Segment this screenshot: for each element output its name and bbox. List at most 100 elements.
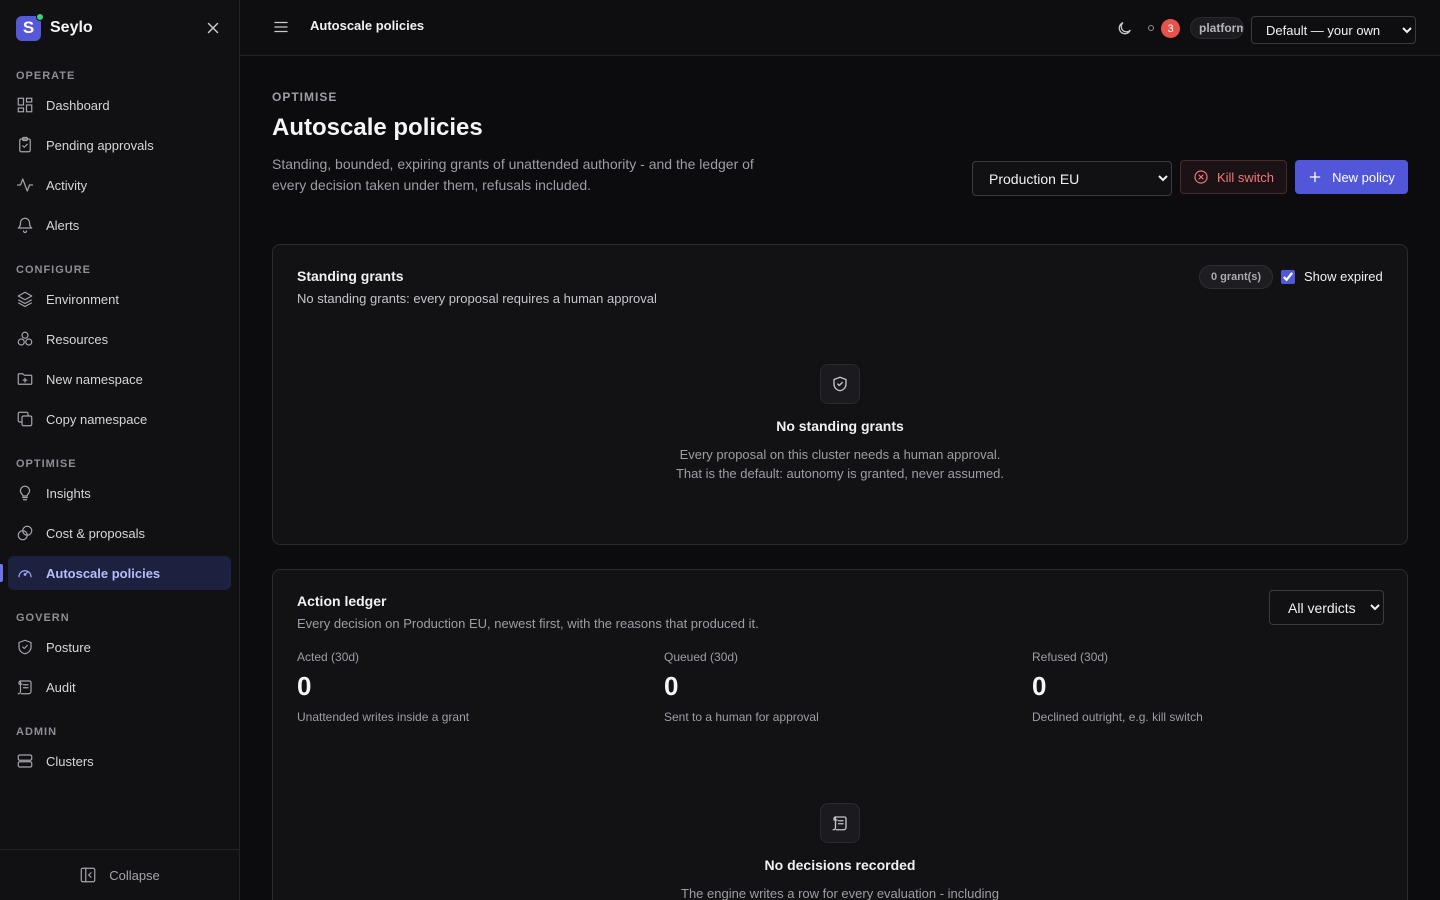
standing-grants-card: Standing grants No standing grants: ever… (272, 244, 1408, 545)
notification-badge[interactable]: 3 (1161, 19, 1180, 38)
empty-state-icon (820, 803, 860, 843)
sidebar-item-copy-namespace[interactable]: Copy namespace (8, 402, 231, 436)
panel-left-icon (80, 867, 96, 883)
stat-note: Sent to a human for approval (664, 710, 819, 724)
shield-check-icon (18, 639, 32, 655)
bell-icon (17, 217, 33, 234)
show-expired-label: Show expired (1304, 269, 1383, 284)
topbar-title: Autoscale policies (310, 18, 425, 33)
stat-label: Refused (30d) (1032, 650, 1109, 664)
card-title: Action ledger (297, 593, 387, 609)
sidebar-item-clusters[interactable]: Clusters (8, 744, 231, 778)
sidebar-item-label: New namespace (46, 371, 143, 387)
page-description: Standing, bounded, expiring grants of un… (272, 156, 754, 193)
page-title: Autoscale policies (272, 114, 483, 141)
stat-label: Acted (30d) (297, 650, 360, 664)
sidebar-item-cost-proposals[interactable]: Cost & proposals (8, 516, 231, 550)
verdict-filter-select[interactable]: All verdicts (1269, 590, 1384, 625)
scroll-icon (17, 680, 32, 695)
stat-value: 0 (297, 671, 312, 701)
plus-icon (1309, 171, 1321, 183)
sidebar: S Seylo OPERATE Dashboard Pending approv… (0, 0, 240, 900)
sidebar-item-new-namespace[interactable]: New namespace (8, 362, 231, 396)
empty-state-text: The engine writes a row for every evalua… (681, 886, 999, 900)
stat-refused: Refused (30d) 0 Declined outright, e.g. … (1032, 650, 1332, 724)
sidebar-item-posture[interactable]: Posture (8, 630, 231, 664)
sidebar-item-environment[interactable]: Environment (8, 282, 231, 316)
show-expired-checkbox[interactable] (1281, 269, 1295, 284)
section-label-operate: OPERATE (16, 70, 76, 82)
gauge-icon (18, 570, 32, 578)
namespace-select[interactable]: Default — your own (1251, 16, 1416, 44)
sidebar-item-alerts[interactable]: Alerts (8, 208, 231, 242)
sidebar-item-label: Cost & proposals (46, 525, 145, 541)
kill-switch-button[interactable]: Kill switch (1180, 160, 1287, 194)
section-label-govern: GOVERN (16, 612, 70, 624)
sidebar-item-label: Insights (46, 485, 91, 501)
stat-value: 0 (664, 671, 679, 701)
sidebar-item-label: Copy namespace (46, 411, 148, 427)
x-circle-icon (1194, 170, 1208, 184)
sidebar-item-activity[interactable]: Activity (8, 168, 231, 202)
page-eyebrow: OPTIMISE (272, 90, 338, 104)
sidebar-item-audit[interactable]: Audit (8, 670, 231, 704)
grant-count-badge: 0 grant(s) (1199, 265, 1273, 289)
sidebar-item-insights[interactable]: Insights (8, 476, 231, 510)
app-name: Seylo (50, 19, 93, 36)
sidebar-item-autoscale-policies[interactable]: Autoscale policies (8, 556, 231, 590)
stat-label: Queued (30d) (664, 650, 739, 664)
show-expired-toggle[interactable]: Show expired (1281, 269, 1383, 284)
sidebar-item-dashboard[interactable]: Dashboard (8, 88, 231, 122)
moon-icon[interactable] (1116, 20, 1133, 37)
empty-state-text: That is the default: autonomy is granted… (675, 466, 1005, 481)
empty-state-title: No decisions recorded (764, 857, 916, 873)
scroll-icon (832, 816, 847, 831)
sidebar-item-label: Alerts (46, 217, 80, 233)
clipboard-check-icon (19, 136, 31, 153)
status-online-dot (36, 12, 44, 21)
folder-plus-icon (17, 373, 33, 385)
new-policy-label: New policy (1332, 169, 1395, 185)
copy-icon (17, 411, 33, 427)
menu-icon[interactable] (272, 18, 290, 36)
action-ledger-card: Action ledger Every decision on Producti… (272, 569, 1408, 900)
section-label-configure: CONFIGURE (16, 264, 91, 276)
sidebar-item-label: Clusters (46, 753, 94, 769)
active-indicator (0, 564, 3, 582)
sidebar-item-label: Pending approvals (46, 137, 154, 153)
sidebar-item-pending-approvals[interactable]: Pending approvals (8, 128, 231, 162)
environment-select[interactable]: Production EU (972, 161, 1172, 196)
collapse-button[interactable]: Collapse (0, 849, 239, 900)
app-logo: S (16, 12, 44, 41)
shield-check-icon (833, 376, 847, 392)
kill-switch-label: Kill switch (1216, 169, 1275, 185)
connection-status-dot (1148, 25, 1154, 31)
stat-value: 0 (1032, 671, 1047, 701)
section-label-optimise: OPTIMISE (16, 458, 77, 470)
topbar: Autoscale policies 3 platform Default — … (240, 0, 1440, 56)
empty-state-icon (820, 364, 860, 404)
section-label-admin: ADMIN (16, 726, 58, 738)
sidebar-item-label: Environment (46, 291, 119, 307)
server-icon (17, 754, 33, 768)
layers-icon (17, 291, 33, 308)
sidebar-item-label: Autoscale policies (46, 565, 161, 581)
stat-acted: Acted (30d) 0 Unattended writes inside a… (297, 650, 597, 724)
sidebar-item-resources[interactable]: Resources (8, 322, 231, 356)
dashboard-icon (17, 97, 33, 113)
sidebar-item-label: Dashboard (46, 97, 110, 113)
brand[interactable]: S Seylo (16, 12, 93, 42)
activity-icon (16, 178, 34, 192)
card-title: Standing grants (297, 268, 404, 284)
boxes-icon (17, 331, 33, 346)
stat-note: Declined outright, e.g. kill switch (1032, 710, 1203, 724)
lightbulb-icon (19, 485, 31, 501)
new-policy-button[interactable]: New policy (1295, 160, 1408, 194)
empty-state-text: Every proposal on this cluster needs a h… (679, 447, 1001, 462)
stat-queued: Queued (30d) 0 Sent to a human for appro… (664, 650, 964, 724)
close-icon[interactable] (204, 19, 222, 37)
coins-icon (17, 525, 33, 541)
sidebar-item-label: Audit (46, 679, 76, 695)
user-pill[interactable]: platform (1190, 17, 1244, 39)
card-subtitle: Every decision on Production EU, newest … (297, 616, 759, 631)
